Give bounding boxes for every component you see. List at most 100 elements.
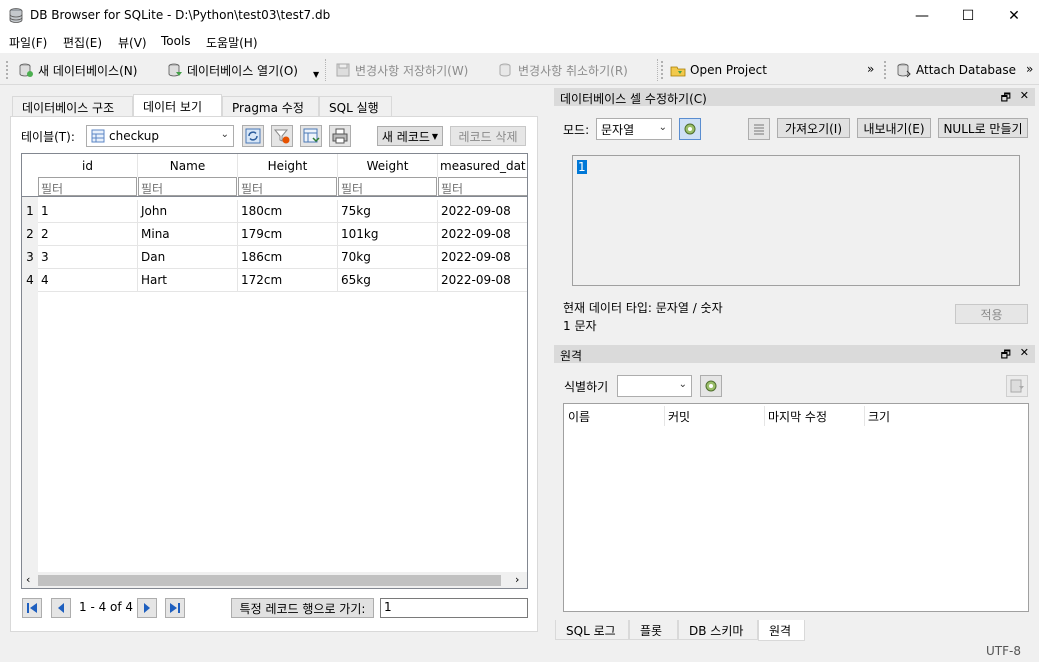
toolbar-grip[interactable] [661,61,664,79]
toolbar-overflow-button[interactable]: » [867,62,874,76]
filter-input-weight[interactable]: 필터 [338,177,437,196]
filter-input-id[interactable]: 필터 [38,177,137,196]
menu-edit[interactable]: 편집(E) [63,34,102,51]
tab-database-structure[interactable]: 데이터베이스 구조 [12,96,133,116]
tab-remote[interactable]: 원격 [758,620,805,641]
filter-input-name[interactable]: 필터 [138,177,237,196]
table-cell[interactable]: 2022-09-08 [438,246,527,269]
revert-changes-button[interactable]: 변경사항 취소하기(R) [498,60,628,80]
write-changes-button[interactable]: 변경사항 저장하기(W) [335,60,468,80]
apply-button[interactable]: 적용 [955,304,1028,324]
import-button[interactable]: 가져오기(I) [777,118,850,138]
table-cell[interactable]: 180cm [238,200,338,223]
auto-switch-mode-button[interactable] [679,118,701,140]
first-record-button[interactable] [22,598,42,618]
column-header-measured-date[interactable]: measured_dat [438,154,527,177]
remote-column-commit[interactable]: 커밋 [668,408,690,425]
delete-record-button[interactable]: 레코드 삭제 [450,126,526,146]
close-button[interactable]: ✕ [991,0,1037,31]
clear-filters-button[interactable] [271,125,293,147]
remote-column-size[interactable]: 크기 [868,408,890,425]
table-cell[interactable]: 179cm [238,223,338,246]
row-number[interactable]: 1 [22,204,38,218]
menu-file[interactable]: 파일(F) [9,34,47,51]
remote-tree[interactable]: 이름 커밋 마지막 수정 크기 [563,403,1029,612]
toolbar-grip[interactable] [884,61,887,79]
remote-column-last-modified[interactable]: 마지막 수정 [768,408,827,425]
table-cell[interactable]: 75kg [338,200,438,223]
toolbar-overflow-button[interactable]: » [1026,62,1033,76]
filter-input-height[interactable]: 필터 [238,177,337,196]
print-button[interactable] [329,125,351,147]
open-database-dropdown-icon[interactable]: ▼ [313,70,319,79]
table-cell[interactable]: Dan [138,246,238,269]
new-database-button[interactable]: 새 데이터베이스(N) [18,60,137,80]
set-null-button[interactable]: NULL로 만들기 [938,118,1028,138]
push-database-button[interactable] [1006,375,1028,397]
table-cell[interactable]: Hart [138,269,238,292]
first-icon [27,603,37,613]
export-button[interactable]: 내보내기(E) [857,118,931,138]
cell-editor[interactable]: 1 [572,155,1020,286]
filter-input-measured-date[interactable]: 필터 [438,177,527,196]
tab-db-schema[interactable]: DB 스키마 [678,620,758,640]
tab-edit-pragmas[interactable]: Pragma 수정 [222,96,319,116]
identity-select[interactable]: ⌄ [617,375,692,397]
previous-record-button[interactable] [51,598,71,618]
minimize-button[interactable]: — [899,0,945,31]
row-number[interactable]: 2 [22,227,38,241]
column-header-id[interactable]: id [38,154,138,177]
menu-tools[interactable]: Tools [161,34,191,48]
close-panel-icon[interactable]: ✕ [1020,89,1029,102]
column-header-height[interactable]: Height [238,154,338,177]
tab-execute-sql[interactable]: SQL 실행 [319,96,392,116]
remote-column-name[interactable]: 이름 [568,408,590,425]
toolbar-grip[interactable] [6,61,9,79]
maximize-button[interactable]: ☐ [945,0,991,31]
word-wrap-button[interactable] [748,118,770,140]
mode-select[interactable]: 문자열 ⌄ [596,118,672,140]
scroll-right-icon[interactable]: › [515,573,519,586]
attach-database-button[interactable]: Attach Database [896,60,1016,80]
table-cell[interactable]: 65kg [338,269,438,292]
horizontal-scrollbar[interactable]: ‹ › [22,572,527,588]
table-cell[interactable]: 2022-09-08 [438,269,527,292]
close-panel-icon[interactable]: ✕ [1020,346,1029,359]
horizontal-scroll-thumb[interactable] [38,575,501,586]
float-panel-icon[interactable]: 🗗 [1001,346,1011,365]
table-cell[interactable]: Mina [138,223,238,246]
tab-plot[interactable]: 플롯 [629,620,678,640]
table-cell[interactable]: 3 [38,246,138,269]
table-cell[interactable]: John [138,200,238,223]
scroll-left-icon[interactable]: ‹ [26,573,30,586]
goto-record-input[interactable]: 1 [380,598,528,618]
refresh-button[interactable] [242,125,264,147]
table-cell[interactable]: 2 [38,223,138,246]
open-database-button[interactable]: 데이터베이스 열기(O) [167,60,298,80]
menu-help[interactable]: 도움말(H) [206,34,258,51]
table-cell[interactable]: 70kg [338,246,438,269]
identity-settings-button[interactable] [700,375,722,397]
table-cell[interactable]: 1 [38,200,138,223]
row-number[interactable]: 3 [22,250,38,264]
table-cell[interactable]: 186cm [238,246,338,269]
next-record-button[interactable] [137,598,157,618]
table-cell[interactable]: 2022-09-08 [438,223,527,246]
table-cell[interactable]: 101kg [338,223,438,246]
last-record-button[interactable] [165,598,185,618]
table-select[interactable]: checkup ⌄ [86,125,234,147]
save-table-button[interactable] [300,125,322,147]
column-header-weight[interactable]: Weight [338,154,438,177]
float-panel-icon[interactable]: 🗗 [1001,89,1011,108]
menu-view[interactable]: 뷰(V) [118,34,147,51]
row-number[interactable]: 4 [22,273,38,287]
new-record-button[interactable]: 새 레코드 ▼ [377,126,443,146]
table-cell[interactable]: 2022-09-08 [438,200,527,223]
table-cell[interactable]: 172cm [238,269,338,292]
open-project-button[interactable]: Open Project [670,60,767,80]
tab-sql-log[interactable]: SQL 로그 [555,620,629,640]
table-cell[interactable]: 4 [38,269,138,292]
tab-browse-data[interactable]: 데이터 보기 [133,94,222,117]
column-header-name[interactable]: Name [138,154,238,177]
goto-record-button[interactable]: 특정 레코드 행으로 가기: [231,598,374,618]
